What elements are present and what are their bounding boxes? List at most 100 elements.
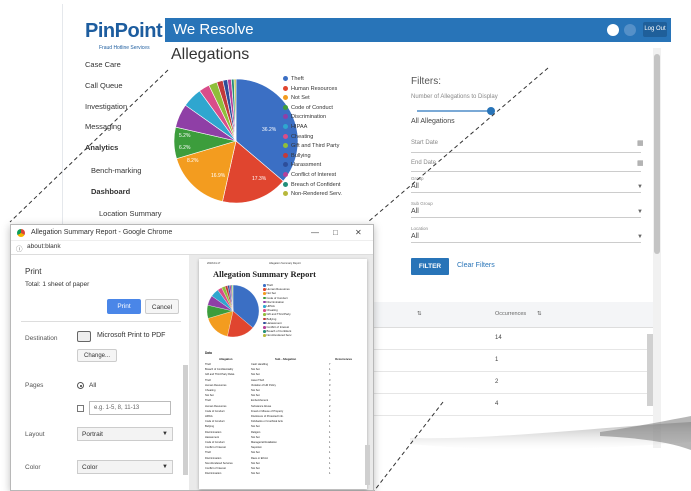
report-cell: 1 (329, 368, 331, 372)
subgroup-select[interactable]: All (411, 208, 419, 215)
start-date-field[interactable]: Start Date (411, 140, 438, 146)
allegations-pie-chart[interactable]: 36.2% 17.3% 16.9% 8.2% 6.2% 5.2% (171, 76, 301, 206)
user-icon[interactable] (624, 24, 636, 36)
filters-title: Filters: (411, 76, 441, 87)
pages-custom-radio[interactable] (77, 405, 84, 412)
color-select[interactable]: Color ▼ (77, 460, 173, 474)
address-bar[interactable]: ⓘ about:blank (11, 241, 373, 255)
report-cell: 4 (329, 394, 331, 398)
report-cell: 1 (329, 461, 331, 465)
report-cell: 1 (329, 451, 331, 455)
legend-item[interactable]: Not Set (283, 95, 310, 101)
maximize-icon[interactable]: □ (333, 228, 338, 237)
address-text[interactable]: about:blank (27, 243, 61, 250)
divider (411, 171, 641, 172)
chevron-down-icon[interactable]: ▼ (637, 184, 643, 190)
slider-handle[interactable] (487, 107, 495, 115)
sidebar-item-investigation[interactable]: Investigation (85, 102, 127, 111)
preview-scrollbar[interactable] (365, 445, 370, 485)
slider-label: Number of Allegations to Display (411, 94, 498, 100)
report-cell: Managerial Retaliation (251, 441, 277, 444)
filter-button[interactable]: FILTER (411, 258, 449, 275)
clear-filters-link[interactable]: Clear Filters (457, 262, 495, 269)
legend-item[interactable]: Cheating (283, 134, 313, 140)
sidebar-item-case-care[interactable]: Case Care (85, 60, 121, 69)
report-cell: 7 (329, 363, 331, 366)
divider (411, 242, 641, 243)
legend-label: Code of Conduct (291, 104, 333, 111)
report-cell: Code of Conduct (205, 420, 225, 424)
report-col-occurrences: Occurrences (335, 357, 353, 361)
app-title: We Resolve (173, 21, 254, 38)
report-cell: Bullying (205, 425, 215, 429)
pages-range-input[interactable]: e.g. 1-5, 8, 11-13 (89, 401, 171, 415)
pie-slice-label: 6.2% (179, 145, 191, 151)
legend-item[interactable]: Breach of Confident (283, 182, 340, 188)
sidebar-item-call-queue[interactable]: Call Queue (85, 81, 123, 90)
report-cell: Embezzlement (251, 399, 269, 403)
report-legend-swatch (263, 300, 266, 304)
legend-swatch (283, 124, 288, 130)
report-cell: 1 (329, 425, 331, 429)
scrollbar-thumb[interactable] (654, 54, 660, 254)
pages-label: Pages (25, 382, 44, 389)
sort-icon[interactable]: ⇅ (417, 311, 422, 317)
sidebar-item-messaging[interactable]: Messaging (85, 122, 121, 131)
table-row[interactable]: 14 (369, 328, 661, 350)
print-title: Print (25, 267, 42, 276)
minimize-icon[interactable]: — (311, 228, 319, 237)
legend-item[interactable]: Gift and Third Party (283, 143, 339, 149)
report-pie-chart (206, 284, 260, 338)
pie-slice-label: 8.2% (187, 158, 199, 164)
calendar-icon[interactable]: ▦ (637, 159, 644, 167)
legend-item[interactable]: Harassment (283, 162, 321, 168)
report-cell: Disclosure of Protected Info. (251, 415, 284, 418)
group-select[interactable]: All (411, 183, 419, 190)
legend-item[interactable]: Discrimination (283, 114, 326, 120)
print-button[interactable]: Print (107, 299, 141, 314)
report-legend-swatch (263, 313, 266, 316)
occurrences-header[interactable]: Occurrences (495, 311, 526, 317)
legend-item[interactable]: Human Resources (283, 86, 337, 92)
sort-icon[interactable]: ⇅ (537, 311, 542, 317)
cancel-button[interactable]: Cancel (145, 299, 179, 314)
layout-select[interactable]: Portrait ▼ (77, 427, 173, 441)
sidebar-item-location-summary[interactable]: Location Summary (99, 209, 162, 218)
report-cell: Theft (205, 399, 211, 403)
location-select[interactable]: All (411, 233, 419, 240)
chevron-down-icon[interactable]: ▼ (637, 209, 643, 215)
legend-item[interactable]: Non-Rendered Serv. (283, 191, 342, 197)
legend-label: Human Resources (291, 85, 338, 92)
globe-icon[interactable] (607, 24, 619, 36)
settings-scrollbar[interactable] (183, 365, 188, 475)
end-date-field[interactable]: End Date (411, 160, 436, 166)
report-cell: Discrimination (205, 430, 222, 434)
report-cell: Code of Conduct (205, 409, 225, 413)
chevron-down-icon[interactable]: ▼ (637, 234, 643, 240)
page-curl-shadow (410, 416, 691, 450)
legend-item[interactable]: Conflict of Interest (283, 172, 336, 178)
legend-item[interactable]: Code of Conduct (283, 105, 333, 111)
report-cell: 1 (329, 430, 331, 434)
sidebar-item-benchmarking[interactable]: Bench-marking (91, 166, 141, 175)
color-label: Color (25, 464, 41, 471)
layout-label: Layout (25, 431, 45, 438)
legend-item[interactable]: HIPAA (283, 124, 307, 130)
report-cell: 1 (329, 472, 331, 476)
pages-all-radio[interactable] (77, 382, 84, 389)
calendar-icon[interactable]: ▦ (637, 139, 644, 147)
allegations-slider[interactable] (417, 110, 491, 112)
print-dialog-window: Allegation Summary Report - Google Chrom… (10, 224, 374, 491)
logout-button[interactable]: Log Out (643, 22, 667, 37)
brand-logo[interactable]: PinPoint Fraud Hotline Services (77, 16, 177, 51)
sidebar-item-dashboard[interactable]: Dashboard (91, 187, 130, 196)
info-icon[interactable]: ⓘ (16, 243, 23, 253)
report-cell: Breach of Confidentiality (205, 368, 234, 372)
close-icon[interactable]: ✕ (355, 228, 362, 237)
change-destination-button[interactable]: Change... (77, 349, 117, 362)
layout-value: Portrait (82, 431, 103, 438)
table-row[interactable]: 1 (369, 350, 661, 372)
legend-item[interactable]: Theft (283, 76, 304, 82)
sidebar-item-analytics[interactable]: Analytics (85, 143, 118, 152)
legend-item[interactable]: Bullying (283, 153, 311, 159)
